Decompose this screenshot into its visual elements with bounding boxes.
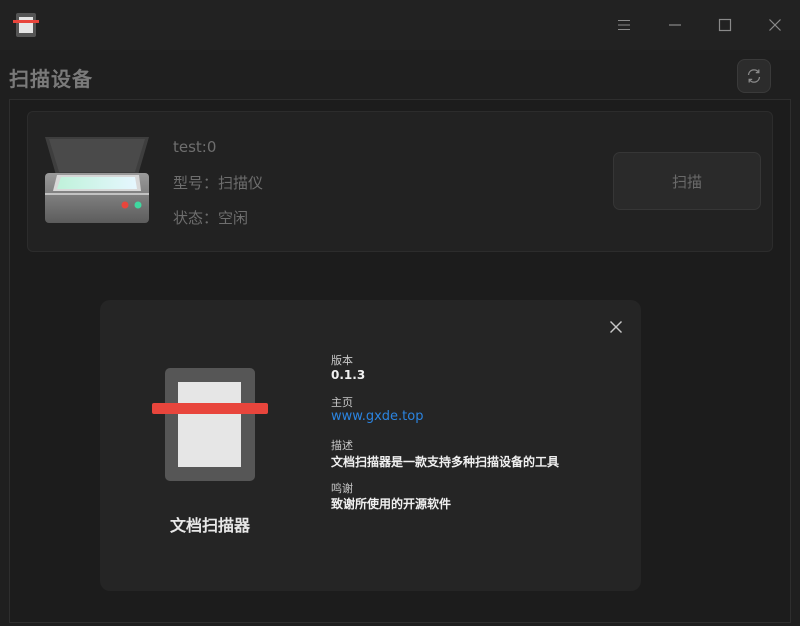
close-icon xyxy=(769,19,781,31)
device-model: 型号：扫描仪 xyxy=(173,174,264,192)
minimize-button[interactable] xyxy=(660,10,690,40)
scan-button[interactable]: 扫描 xyxy=(613,152,761,210)
homepage-link[interactable]: www.gxde.top xyxy=(331,409,423,424)
maximize-icon xyxy=(718,18,732,32)
app-document-scanner-icon xyxy=(152,368,268,483)
about-app-name: 文档扫描器 xyxy=(169,516,250,535)
scanner-icon xyxy=(43,137,151,225)
homepage-label: 主页 xyxy=(331,396,353,409)
close-icon xyxy=(610,321,622,333)
device-status: 状态：空闲 xyxy=(173,209,249,227)
menu-button[interactable] xyxy=(609,10,639,40)
page-title: 扫描设备 xyxy=(9,67,93,91)
thanks-label: 鸣谢 xyxy=(331,482,353,495)
title-bar xyxy=(0,0,800,50)
app-window: 扫描设备 test:0 型号：扫描仪 状态：空闲 扫描 文档扫描器 版本 0.1… xyxy=(0,0,800,626)
description-label: 描述 xyxy=(331,439,353,452)
app-logo-icon xyxy=(13,12,39,38)
thanks-value: 致谢所使用的开源软件 xyxy=(331,497,452,511)
device-name: test:0 xyxy=(173,138,217,156)
maximize-button[interactable] xyxy=(710,10,740,40)
about-close-button[interactable] xyxy=(604,315,628,339)
version-value: 0.1.3 xyxy=(331,368,366,382)
minimize-icon xyxy=(669,24,681,26)
menu-icon xyxy=(618,20,630,30)
close-window-button[interactable] xyxy=(760,10,790,40)
description-value: 文档扫描器是一款支持多种扫描设备的工具 xyxy=(331,455,560,469)
refresh-button[interactable] xyxy=(737,59,771,93)
refresh-icon xyxy=(747,69,761,83)
version-label: 版本 xyxy=(331,354,353,367)
